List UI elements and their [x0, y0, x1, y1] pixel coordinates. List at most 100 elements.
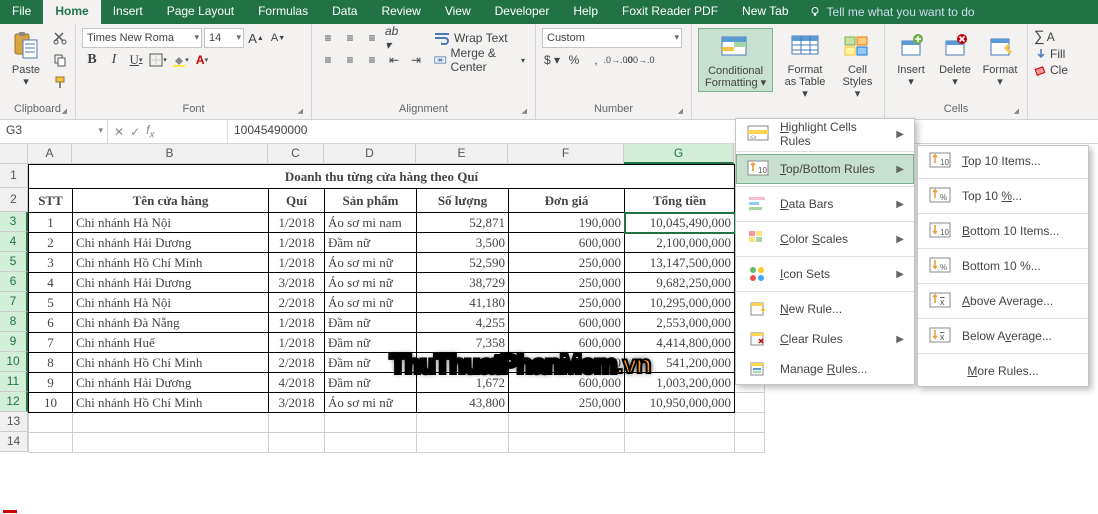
cell[interactable] [509, 433, 625, 453]
row-header-9[interactable]: 9 [0, 332, 28, 352]
menu-manage-rules[interactable]: Manage Rules... [736, 354, 914, 384]
tab-formulas[interactable]: Formulas [246, 0, 320, 24]
cell[interactable]: 10,045,490,000 [625, 213, 735, 233]
decrease-font-icon[interactable]: A▼ [268, 28, 288, 48]
cell[interactable] [625, 413, 735, 433]
col-header-C[interactable]: C [268, 144, 324, 164]
cell[interactable]: 2,100,000,000 [625, 233, 735, 253]
fill-color-button[interactable]: ▾ [170, 50, 190, 70]
italic-button[interactable]: I [104, 50, 124, 70]
copy-icon[interactable] [50, 50, 70, 70]
cell[interactable]: 1,672 [417, 373, 509, 393]
cell[interactable] [735, 433, 765, 453]
cell[interactable]: 7,358 [417, 333, 509, 353]
cell[interactable]: Áo sơ mi nam [325, 213, 417, 233]
tab-home[interactable]: Home [43, 0, 100, 24]
cell[interactable]: 541,200,000 [625, 353, 735, 373]
cell[interactable]: Áo sơ mi nữ [325, 393, 417, 413]
cell[interactable]: 2/2018 [269, 353, 325, 373]
tab-foxit-reader-pdf[interactable]: Foxit Reader PDF [610, 0, 730, 24]
menu-data-bars[interactable]: Data Bars ▶ [736, 189, 914, 219]
percent-icon[interactable]: % [564, 50, 584, 70]
align-top-icon[interactable]: ≡ [318, 28, 338, 48]
conditional-formatting-button[interactable]: Conditional Formatting ▾ [698, 28, 773, 92]
cell[interactable]: 1/2018 [269, 213, 325, 233]
tab-file[interactable]: File [0, 0, 43, 24]
cell[interactable] [735, 413, 765, 433]
cell[interactable]: Chi nhánh Hà Nội [73, 293, 269, 313]
row-header-13[interactable]: 13 [0, 412, 28, 432]
cell[interactable]: 4/2018 [269, 373, 325, 393]
cell[interactable] [735, 393, 765, 413]
cell[interactable]: 2/2018 [269, 293, 325, 313]
cell[interactable]: 250,000 [509, 253, 625, 273]
col-header-B[interactable]: B [72, 144, 268, 164]
cell[interactable] [269, 413, 325, 433]
select-all-corner[interactable] [0, 144, 28, 164]
cell[interactable] [73, 413, 269, 433]
row-header-7[interactable]: 7 [0, 292, 28, 312]
cell[interactable]: 8 [29, 353, 73, 373]
format-button[interactable]: Format ▾ [979, 28, 1021, 90]
cell[interactable]: 3/2018 [269, 393, 325, 413]
align-center-icon[interactable]: ≡ [340, 50, 360, 70]
cell[interactable] [269, 433, 325, 453]
cell[interactable]: 902 [417, 353, 509, 373]
tab-help[interactable]: Help [561, 0, 610, 24]
row-header-4[interactable]: 4 [0, 232, 28, 252]
cell[interactable]: Áo sơ mi nữ [325, 273, 417, 293]
currency-icon[interactable]: $ ▾ [542, 50, 562, 70]
font-color-button[interactable]: A▾ [192, 50, 212, 70]
cell[interactable]: 7 [29, 333, 73, 353]
cell[interactable]: 3 [29, 253, 73, 273]
cell[interactable]: 600,000 [509, 313, 625, 333]
increase-font-icon[interactable]: A▲ [246, 28, 266, 48]
row-header-3[interactable]: 3 [0, 212, 28, 232]
cancel-formula-icon[interactable]: ✕ [114, 125, 124, 139]
cell[interactable]: Chi nhánh Hải Dương [73, 233, 269, 253]
cell[interactable]: STT [29, 189, 73, 213]
increase-indent-icon[interactable]: ⇥ [406, 50, 426, 70]
align-right-icon[interactable]: ≡ [362, 50, 382, 70]
row-header-12[interactable]: 12 [0, 392, 28, 412]
cell[interactable]: Áo sơ mi nữ [325, 253, 417, 273]
cell[interactable] [325, 413, 417, 433]
name-box[interactable]: G3 [0, 120, 108, 143]
submenu-above-average[interactable]: x Above Average... [918, 286, 1088, 316]
paste-button[interactable]: Paste ▾ [6, 28, 46, 90]
enter-formula-icon[interactable]: ✓ [130, 125, 140, 139]
format-painter-icon[interactable] [50, 72, 70, 92]
submenu-top10-items[interactable]: 10 Top 10 Items... [918, 146, 1088, 176]
cell[interactable]: 10 [29, 393, 73, 413]
cell[interactable] [509, 413, 625, 433]
menu-clear-rules[interactable]: Clear Rules ▶ [736, 324, 914, 354]
cell[interactable]: 10,295,000,000 [625, 293, 735, 313]
tab-data[interactable]: Data [320, 0, 369, 24]
align-bottom-icon[interactable]: ≡ [362, 28, 382, 48]
col-header-E[interactable]: E [416, 144, 508, 164]
row-header-1[interactable]: 1 [0, 164, 28, 188]
col-header-A[interactable]: A [28, 144, 72, 164]
col-header-G[interactable]: G [624, 144, 734, 164]
format-as-table-button[interactable]: Format as Table ▾ [777, 28, 833, 102]
cell[interactable]: Chi nhánh Huế [73, 333, 269, 353]
cell[interactable]: 41,180 [417, 293, 509, 313]
font-name-combo[interactable]: Times New Roma [82, 28, 202, 48]
cell-styles-button[interactable]: Cell Styles ▾ [837, 28, 878, 102]
submenu-bottom10-items[interactable]: 10 Bottom 10 Items... [918, 216, 1088, 246]
tab-view[interactable]: View [433, 0, 483, 24]
delete-button[interactable]: Delete ▾ [935, 28, 975, 90]
orientation-icon[interactable]: ab ▾ [384, 28, 404, 48]
cell[interactable]: 190,000 [509, 213, 625, 233]
cell[interactable]: 43,800 [417, 393, 509, 413]
cell[interactable]: 600,000 [509, 353, 625, 373]
wrap-text-button[interactable]: Wrap Text [430, 28, 529, 48]
cell[interactable]: Đầm nữ [325, 373, 417, 393]
row-header-5[interactable]: 5 [0, 252, 28, 272]
underline-button[interactable]: U▾ [126, 50, 146, 70]
fill-button[interactable]: Fill [1034, 47, 1082, 61]
cell[interactable] [29, 413, 73, 433]
menu-top-bottom[interactable]: 10 Top/Bottom Rules ▶ [736, 154, 914, 184]
cell[interactable]: Chi nhánh Hồ Chí Minh [73, 393, 269, 413]
cell[interactable]: 4,414,800,000 [625, 333, 735, 353]
